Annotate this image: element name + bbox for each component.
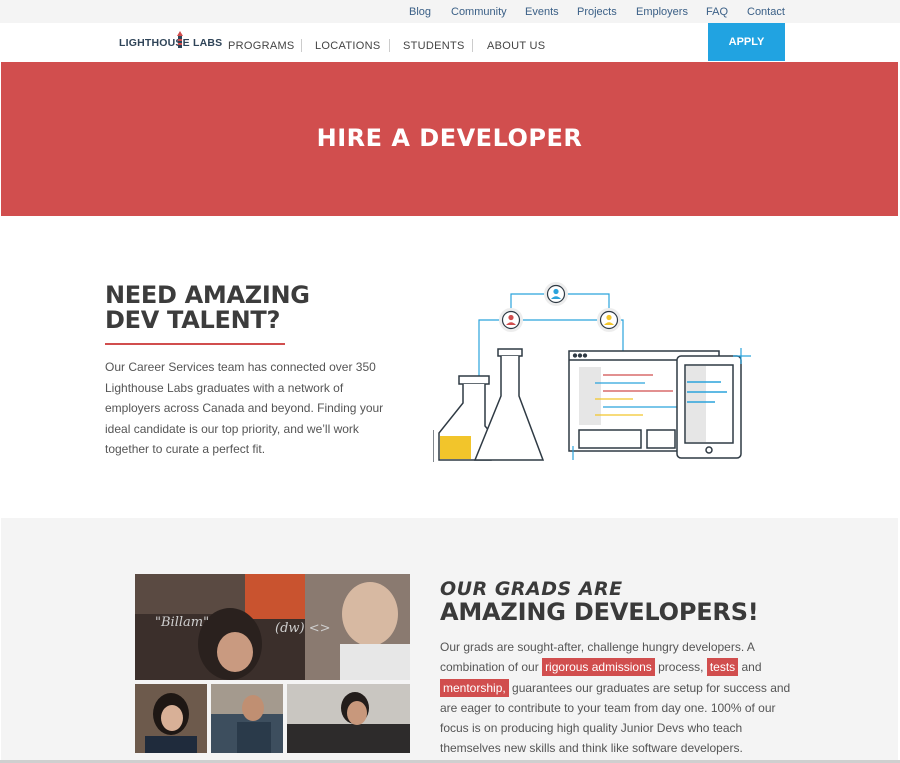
nav-locations[interactable]: LOCATIONS [315,40,380,52]
classroom-photo-image: "Billam" (dw) <> [135,574,410,680]
talent-heading-line2: DEV TALENT? [105,306,281,334]
projects-link[interactable]: Projects [577,6,617,18]
community-link[interactable]: Community [451,6,507,18]
blog-link[interactable]: Blog [409,6,431,18]
student-portrait-image [211,684,283,753]
developer-lab-illustration [433,282,751,462]
page-title: HIRE A DEVELOPER [316,124,583,152]
lighthouse-icon [177,31,183,48]
svg-text:"Billam": "Billam" [155,615,209,630]
nav-about-us[interactable]: ABOUT US [487,40,545,52]
nav-divider [301,39,302,52]
nav-divider [389,39,390,52]
grads-text-3: and [738,660,762,675]
contact-link[interactable]: Contact [747,6,785,18]
hero-banner: HIRE A DEVELOPER [1,62,898,216]
highlight-tests: tests [706,658,739,677]
nav-students[interactable]: STUDENTS [403,40,465,52]
tablet-graphic [676,355,742,459]
talent-description: Our Career Services team has connected o… [105,360,384,456]
nav-programs[interactable]: PROGRAMS [228,40,295,52]
utility-bar: Blog Community Events Projects Employers… [0,0,900,23]
employers-link[interactable]: Employers [636,6,688,18]
student-photo-1 [135,684,207,753]
apply-button[interactable]: APPLY [708,23,785,61]
highlight-rigorous-admissions: rigorous admissions [542,658,655,677]
highlight-mentorship: mentorship, [440,678,509,697]
logo-wordmark: LIGHTHOUSE LABS [119,37,223,49]
lighthouse-labs-logo[interactable]: LIGHTHOUSE LABS [119,31,222,52]
events-link[interactable]: Events [525,6,559,18]
faq-link[interactable]: FAQ [706,6,728,18]
student-photo-2 [211,684,283,753]
talent-heading-line1: NEED AMAZING [105,281,310,309]
heading-underline [105,343,285,345]
student-portrait-image [287,684,410,753]
grads-subheading: OUR GRADS ARE [440,578,623,600]
students-coding-photo: "Billam" (dw) <> [135,574,410,680]
talent-heading: NEED AMAZING DEV TALENT? [105,283,310,333]
avatar-icons [499,282,621,332]
nav-divider [472,39,473,52]
student-portrait-image [135,684,207,753]
grads-heading: AMAZING DEVELOPERS! [440,598,759,626]
svg-text:(dw) <>: (dw) <> [275,621,331,636]
grads-description: Our grads are sought-after, challenge hu… [440,637,792,759]
student-photo-3 [287,684,410,753]
grads-text-2: process, [654,660,707,675]
